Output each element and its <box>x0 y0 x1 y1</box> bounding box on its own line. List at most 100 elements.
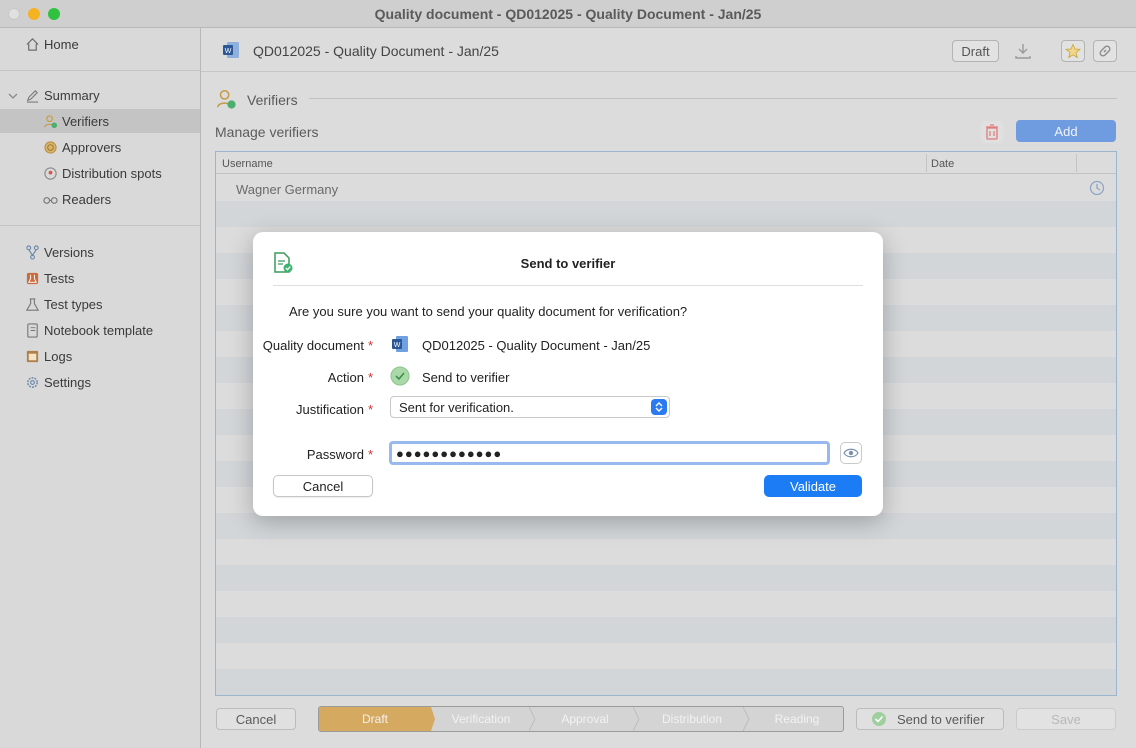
location-pin-icon <box>42 165 58 181</box>
password-input[interactable]: ●●●●●●●●●●●● <box>389 441 830 465</box>
document-title: QD012025 - Quality Document - Jan/25 <box>253 43 499 59</box>
username-cell: Wagner Germany <box>236 182 339 197</box>
check-circle-icon <box>871 711 887 727</box>
trash-icon[interactable] <box>981 121 1003 143</box>
sidebar-item-label: Notebook template <box>44 322 154 338</box>
sidebar-item-summary[interactable]: Summary <box>0 83 200 107</box>
section-divider <box>309 98 1117 99</box>
manage-verifiers-label: Manage verifiers <box>215 124 319 140</box>
sidebar-item-versions[interactable]: Versions <box>0 240 200 264</box>
quality-document-value: QD012025 - Quality Document - Jan/25 <box>422 338 651 353</box>
table-row[interactable]: Wagner Germany <box>216 175 1116 201</box>
table-row <box>216 201 1116 227</box>
select-arrows-icon <box>651 399 667 415</box>
document-header: W QD012025 - Quality Document - Jan/25 D… <box>201 28 1136 72</box>
glasses-icon <box>42 191 58 207</box>
section-title: Verifiers <box>247 92 298 108</box>
star-icon[interactable] <box>1061 40 1085 62</box>
table-header: Username Date <box>216 152 1116 174</box>
action-value: Send to verifier <box>422 370 510 385</box>
send-to-verifier-dialog: Send to verifier Are you sure you want t… <box>253 232 883 516</box>
sidebar-item-home[interactable]: Home <box>0 32 200 56</box>
table-row <box>216 513 1116 539</box>
column-header-date[interactable]: Date <box>931 158 954 170</box>
sidebar-item-test-types[interactable]: Test types <box>0 292 200 316</box>
column-header-username[interactable]: Username <box>222 158 273 170</box>
log-book-icon <box>24 348 40 364</box>
verifier-user-icon <box>42 113 58 129</box>
sidebar-item-settings[interactable]: Settings <box>0 370 200 394</box>
svg-text:W: W <box>394 342 401 349</box>
sidebar-item-notebook-template[interactable]: Notebook template <box>0 318 200 342</box>
sidebar-item-readers[interactable]: Readers <box>0 187 200 211</box>
sidebar-item-label: Tests <box>44 270 75 286</box>
svg-text:W: W <box>225 48 232 55</box>
sidebar-item-label: Approvers <box>62 139 122 155</box>
sidebar-item-distribution-spots[interactable]: Distribution spots <box>0 161 200 185</box>
notebook-icon <box>24 322 40 338</box>
save-button[interactable]: Save <box>1016 708 1116 730</box>
branch-icon <box>24 244 40 260</box>
gear-icon <box>24 374 40 390</box>
justification-select[interactable]: Sent for verification. <box>390 396 670 418</box>
sidebar-item-tests[interactable]: Tests <box>0 266 200 290</box>
eye-icon[interactable] <box>840 442 862 464</box>
window-title: Quality document - QD012025 - Quality Do… <box>374 6 762 22</box>
sidebar-item-label: Readers <box>62 191 112 207</box>
table-row <box>216 669 1116 695</box>
flask-outline-icon <box>24 296 40 312</box>
cancel-button[interactable]: Cancel <box>216 708 296 730</box>
check-circle-icon <box>390 366 410 389</box>
clock-icon[interactable] <box>1089 180 1105 199</box>
justification-label: Justification * <box>296 402 373 417</box>
action-label: Action * <box>327 370 373 385</box>
chevron-down-icon[interactable] <box>8 89 18 104</box>
sidebar-item-label: Test types <box>44 296 103 312</box>
justification-selected-value: Sent for verification. <box>399 399 514 415</box>
table-row <box>216 591 1116 617</box>
dialog-divider <box>273 285 863 286</box>
sidebar-item-label: Logs <box>44 348 73 364</box>
status-badge[interactable]: Draft <box>952 40 999 62</box>
validate-button[interactable]: Validate <box>764 475 862 497</box>
add-verifier-button[interactable]: Add <box>1016 120 1116 142</box>
flask-icon <box>24 270 40 286</box>
verifier-user-icon <box>215 88 237 113</box>
stage-reading: Reading <box>774 712 820 726</box>
stage-approval: Approval <box>561 712 609 726</box>
sidebar-item-label: Verifiers <box>62 113 109 129</box>
dialog-question: Are you sure you want to send your quali… <box>289 304 688 319</box>
column-separator <box>926 154 927 172</box>
stage-distribution: Distribution <box>661 712 723 726</box>
send-to-verifier-label: Send to verifier <box>897 711 985 727</box>
dialog-title: Send to verifier <box>520 256 616 271</box>
stage-draft: Draft <box>319 707 431 731</box>
seal-icon <box>42 139 58 155</box>
password-label: Password * <box>306 447 373 462</box>
sidebar-item-label: Summary <box>44 87 100 103</box>
title-bar: Quality document - QD012025 - Quality Do… <box>0 0 1136 28</box>
table-row <box>216 565 1116 591</box>
download-icon[interactable] <box>1011 40 1035 62</box>
quality-document-label: Quality document * <box>262 338 373 353</box>
sidebar-item-label: Settings <box>44 374 91 390</box>
sidebar-item-verifiers[interactable]: Verifiers <box>0 109 200 133</box>
workflow-pipeline: Draft Verification Approval Distribution… <box>318 706 844 732</box>
sidebar-item-label: Home <box>44 36 79 52</box>
word-document-icon: W <box>390 335 410 356</box>
home-icon <box>24 36 40 52</box>
table-row <box>216 617 1116 643</box>
sidebar-item-logs[interactable]: Logs <box>0 344 200 368</box>
sidebar-divider <box>0 225 200 226</box>
dialog-cancel-button[interactable]: Cancel <box>273 475 373 497</box>
send-to-verifier-button[interactable]: Send to verifier <box>856 708 1004 730</box>
sidebar-item-label: Distribution spots <box>62 165 162 181</box>
pencil-icon <box>24 87 40 103</box>
sidebar-item-label: Versions <box>44 244 94 260</box>
sidebar-divider <box>0 70 200 71</box>
table-row <box>216 643 1116 669</box>
link-icon[interactable] <box>1093 40 1117 62</box>
table-row <box>216 539 1116 565</box>
sidebar-item-approvers[interactable]: Approvers <box>0 135 200 159</box>
sidebar: Home Summary Verifiers Approvers Distrib… <box>0 28 201 748</box>
